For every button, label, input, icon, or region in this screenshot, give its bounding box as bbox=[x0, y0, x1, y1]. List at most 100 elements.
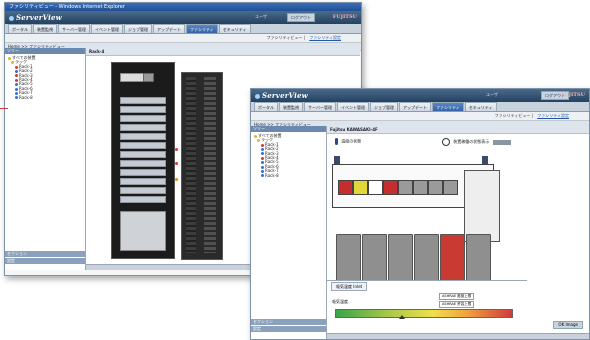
status-icon bbox=[261, 143, 264, 147]
tab-2[interactable]: サーバー管理 bbox=[58, 24, 90, 33]
cabinet-unit[interactable] bbox=[466, 234, 491, 284]
rack-server-unit[interactable] bbox=[120, 187, 166, 194]
rack-server-unit[interactable] bbox=[120, 106, 166, 113]
brand-name: ServerView bbox=[262, 91, 308, 100]
status-icon bbox=[261, 169, 264, 173]
tab-3[interactable]: イベント管理 bbox=[336, 102, 369, 111]
floor-view-window: ServerView ユーザ ログアウト FUJITSU ポータル 装置監視 サーバ… bbox=[250, 88, 590, 340]
subnav-current: ファシリティビュー bbox=[266, 35, 303, 40]
alert-icon[interactable] bbox=[175, 178, 178, 181]
temperature-label: 温度の状態 bbox=[341, 138, 362, 144]
tab-0[interactable]: ポータル bbox=[8, 24, 32, 33]
tab-1[interactable]: 装置監視 bbox=[33, 24, 57, 33]
tab-6[interactable]: ファシリティ bbox=[431, 102, 464, 111]
rack-tile[interactable] bbox=[398, 180, 413, 195]
brand-logo: ServerView bbox=[9, 13, 62, 22]
sensor-icon[interactable] bbox=[482, 156, 488, 164]
rack-server-unit[interactable] bbox=[120, 115, 166, 122]
rack-blade-chassis[interactable] bbox=[120, 211, 166, 251]
main-tabs: ポータル 装置監視 サーバー管理 イベント管理 ジョブ管理 アップデート ファシリティ セキュ… bbox=[5, 24, 361, 34]
cabinet-unit[interactable] bbox=[414, 234, 439, 284]
tree-panel: ツリー すべての装置 ラック Rack-1 Rack-2 Rack-3 Rack-4 Rac… bbox=[5, 48, 86, 270]
rack-diagram bbox=[111, 62, 175, 259]
tree-node-label: Rack-8 bbox=[265, 172, 279, 178]
tab-4[interactable]: ジョブ管理 bbox=[123, 24, 152, 33]
status-icon bbox=[261, 156, 264, 160]
tab-7[interactable]: セキュリティ bbox=[464, 102, 497, 111]
rack-tile[interactable] bbox=[383, 180, 398, 195]
cabinet-unit[interactable] bbox=[336, 234, 361, 284]
status-icon bbox=[15, 74, 18, 78]
device-status-legend: 装置稼働の状態表示 bbox=[442, 138, 511, 146]
subnav-link[interactable]: ファシリティ設定 bbox=[537, 113, 569, 118]
alert-icon[interactable] bbox=[175, 148, 178, 151]
gauge-tab[interactable]: 吸気温度 Inlet bbox=[331, 282, 368, 291]
alert-icon[interactable] bbox=[175, 162, 178, 165]
rack-tile[interactable] bbox=[443, 180, 458, 195]
tree-node[interactable]: Rack-8 bbox=[254, 172, 323, 178]
rack-top-unit[interactable] bbox=[120, 73, 144, 82]
tab-1[interactable]: 装置監視 bbox=[279, 102, 303, 111]
status-icon bbox=[15, 83, 18, 87]
status-icon bbox=[15, 65, 18, 69]
gauge-marker bbox=[399, 315, 405, 319]
gauge-note-upper: ASHRAE 推奨上限 bbox=[439, 293, 475, 300]
rack-tile[interactable] bbox=[428, 180, 443, 195]
window-title: ファシリティビュー - Windows Internet Explorer bbox=[5, 3, 361, 11]
status-bar bbox=[327, 333, 589, 339]
user-label: ユーザ bbox=[486, 92, 498, 97]
rack-top-unit[interactable] bbox=[143, 73, 154, 82]
cabinet-unit[interactable] bbox=[440, 234, 465, 284]
tab-5[interactable]: アップデート bbox=[398, 102, 431, 111]
sensor-icon[interactable] bbox=[334, 156, 340, 164]
status-icon bbox=[261, 165, 264, 169]
tab-0[interactable]: ポータル bbox=[254, 102, 278, 111]
rack-server-unit[interactable] bbox=[120, 142, 166, 149]
status-icon bbox=[261, 152, 264, 156]
status-icon bbox=[261, 147, 264, 151]
device-tree: すべての装置 ラック Rack-1 Rack-2 Rack-3 Rack-4 Rack-5 R… bbox=[5, 54, 85, 102]
rack-server-unit[interactable] bbox=[120, 124, 166, 131]
tab-5[interactable]: アップデート bbox=[152, 24, 185, 33]
rack-tile[interactable] bbox=[353, 180, 368, 195]
tree-node-label: Rack-8 bbox=[19, 94, 33, 100]
tab-7[interactable]: セキュリティ bbox=[218, 24, 251, 33]
tree-footer-item[interactable]: セクション bbox=[251, 319, 326, 325]
subnav-current: ファシリティビュー bbox=[494, 113, 531, 118]
sub-navigation: ファシリティビュー | ファシリティ設定 bbox=[251, 112, 589, 121]
rack-server-unit[interactable] bbox=[120, 97, 166, 104]
user-label: ユーザ bbox=[255, 14, 267, 19]
cabinet-unit[interactable] bbox=[362, 234, 387, 284]
subnav-link[interactable]: ファシリティ設定 bbox=[309, 35, 341, 40]
tree-node[interactable]: Rack-8 bbox=[8, 94, 82, 100]
tab-6[interactable]: ファシリティ bbox=[185, 24, 218, 33]
gauge-note-lower: ASHRAE 許容上限 bbox=[439, 301, 475, 308]
rack-tile[interactable] bbox=[368, 180, 383, 195]
rack-status-indicators bbox=[175, 148, 179, 208]
temperature-status: 温度の状態 bbox=[335, 138, 361, 145]
main-tabs: ポータル 装置監視 サーバー管理 イベント管理 ジョブ管理 アップデート ファシリティ セキュ… bbox=[251, 102, 589, 112]
cabinet-unit[interactable] bbox=[388, 234, 413, 284]
ok-image-button[interactable]: OK Image bbox=[553, 321, 583, 329]
rack-server-unit[interactable] bbox=[120, 133, 166, 140]
rack-tile[interactable] bbox=[338, 180, 353, 195]
floor-view-area: Fujitsu KAWASAKI-4F 温度の状態 装置稼働の状態表示 吸気温度… bbox=[327, 126, 589, 339]
tree-footer-item[interactable]: 設定 bbox=[5, 258, 85, 264]
status-icon bbox=[257, 139, 260, 143]
status-icon bbox=[254, 134, 257, 138]
fujitsu-logo: FUJITSU bbox=[332, 14, 357, 20]
rack-tile[interactable] bbox=[413, 180, 428, 195]
tree-footer-item[interactable]: セクション bbox=[5, 251, 85, 257]
rack-server-unit[interactable] bbox=[120, 169, 166, 176]
tab-3[interactable]: イベント管理 bbox=[90, 24, 123, 33]
app-header: ServerView ユーザ ログアウト FUJITSU bbox=[5, 11, 361, 24]
tab-2[interactable]: サーバー管理 bbox=[304, 102, 336, 111]
tree-footer-item[interactable]: 設定 bbox=[251, 326, 326, 332]
rack-server-unit[interactable] bbox=[120, 160, 166, 167]
logout-button[interactable]: ログアウト bbox=[287, 13, 315, 22]
rack-server-unit[interactable] bbox=[120, 151, 166, 158]
tab-4[interactable]: ジョブ管理 bbox=[369, 102, 398, 111]
rack-server-unit[interactable] bbox=[120, 196, 166, 203]
brand-name: ServerView bbox=[16, 13, 62, 22]
rack-server-unit[interactable] bbox=[120, 178, 166, 185]
